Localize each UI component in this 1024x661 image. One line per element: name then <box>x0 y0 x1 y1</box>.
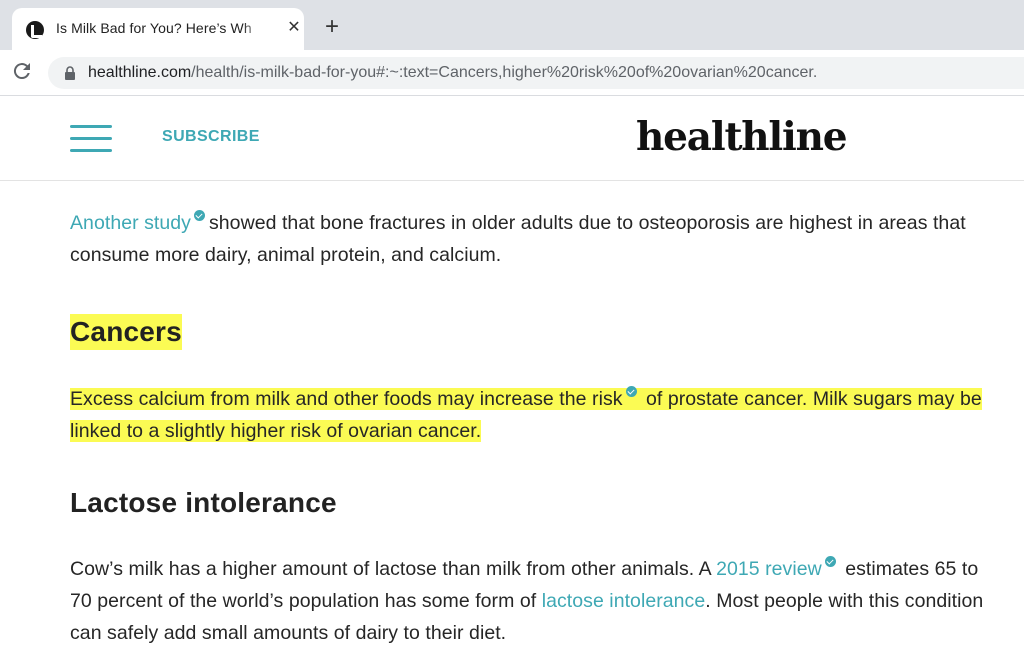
subscribe-link[interactable]: SUBSCRIBE <box>162 128 260 146</box>
highlighted-text: Excess calcium from milk and other foods… <box>70 388 623 410</box>
address-bar[interactable]: healthline.com/health/is-milk-bad-for-yo… <box>48 57 1024 89</box>
heading-cancers: Cancers <box>70 314 182 350</box>
verified-check-icon <box>193 210 205 221</box>
tab-strip: Is Milk Bad for You? Here’s Wh ✕ + <box>0 0 1024 50</box>
tab-title: Is Milk Bad for You? Here’s Wh <box>56 20 266 40</box>
2015-review-link[interactable]: 2015 review <box>716 558 822 580</box>
paragraph-lactose: Cow’s milk has a higher amount of lactos… <box>70 553 990 649</box>
url-host: healthline.com <box>88 64 192 81</box>
verified-check-icon <box>625 386 637 397</box>
healthline-logo[interactable]: healthline <box>636 114 848 160</box>
hamburger-menu-icon[interactable] <box>70 125 112 153</box>
site-header: SUBSCRIBE healthline <box>0 96 1024 181</box>
url-text[interactable]: healthline.com/health/is-milk-bad-for-yo… <box>88 64 817 82</box>
healthline-favicon-icon <box>26 21 44 39</box>
url-path: /health/is-milk-bad-for-you#:~:text=Canc… <box>191 64 818 81</box>
paragraph-bone-fractures: Another study showed that bone fractures … <box>70 207 990 271</box>
lactose-intolerance-link[interactable]: lactose intolerance <box>542 590 706 612</box>
paragraph-cancers: Excess calcium from milk and other foods… <box>70 383 990 447</box>
paragraph-text: Cow’s milk has a higher amount of lactos… <box>70 558 711 580</box>
new-tab-button[interactable]: + <box>320 15 344 40</box>
close-tab-icon[interactable]: ✕ <box>284 18 304 38</box>
lock-icon <box>65 66 75 80</box>
verified-check-icon <box>824 556 836 567</box>
paragraph-text: showed that bone fractures in older adul… <box>70 212 966 266</box>
article-content: Another study showed that bone fractures … <box>70 207 990 649</box>
browser-toolbar: healthline.com/health/is-milk-bad-for-yo… <box>0 50 1024 96</box>
browser-tab[interactable]: Is Milk Bad for You? Here’s Wh ✕ <box>12 8 304 50</box>
another-study-link[interactable]: Another study <box>70 212 191 234</box>
reload-icon[interactable] <box>10 59 34 83</box>
heading-lactose-intolerance: Lactose intolerance <box>70 487 337 518</box>
